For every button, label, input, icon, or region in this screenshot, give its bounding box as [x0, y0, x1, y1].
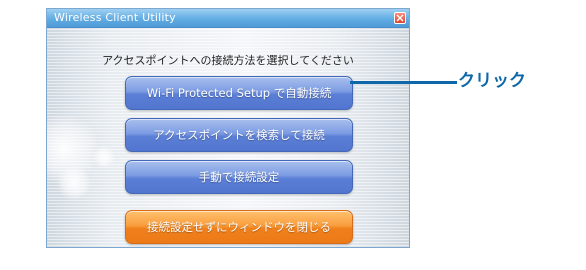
close-icon [396, 14, 404, 22]
decorative-circle [93, 146, 115, 168]
window-title: Wireless Client Utility [54, 11, 176, 24]
wps-auto-connect-button[interactable]: Wi-Fi Protected Setup で自動接続 [125, 76, 353, 110]
manual-setup-button[interactable]: 手動で接続設定 [125, 160, 353, 194]
instruction-text: アクセスポイントへの接続方法を選択してください [102, 54, 354, 67]
utility-window: Wireless Client Utility アクセスポイントへの接続方法を選… [46, 8, 410, 248]
close-without-setup-button[interactable]: 接続設定せずにウィンドウを閉じる [125, 210, 353, 244]
close-button[interactable] [394, 12, 406, 24]
dialog-content: アクセスポイントへの接続方法を選択してください Wi-Fi Protected … [47, 28, 409, 247]
click-callout: クリック [458, 71, 526, 91]
callout-line [350, 81, 457, 84]
decorative-circle [57, 166, 91, 200]
search-access-point-button[interactable]: アクセスポイントを検索して接続 [125, 118, 353, 152]
title-bar[interactable]: Wireless Client Utility [47, 9, 409, 28]
